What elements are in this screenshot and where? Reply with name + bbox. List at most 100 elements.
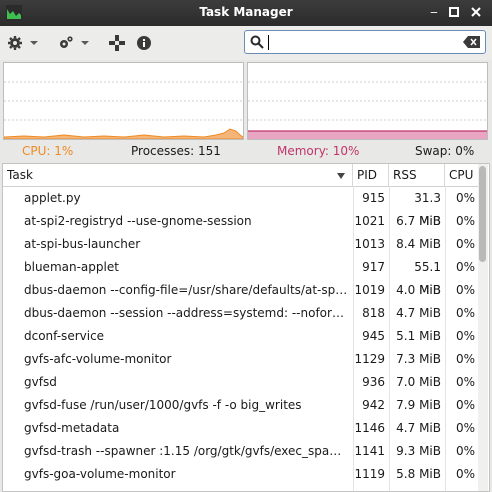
cpu-graph-plot <box>3 81 244 140</box>
task-name: gvfsd-trash --spawner :1.15 /org/gtk/gvf… <box>24 444 349 458</box>
gear-icon <box>8 36 22 50</box>
pid-cell: 1129 <box>354 352 385 366</box>
table-row[interactable]: applet.py 915 31.3 MiB 0% <box>3 187 479 228</box>
rss-cell: 8.4 MiB <box>396 237 441 251</box>
graphs-area <box>0 60 492 140</box>
task-name: gvfs-afc-volume-monitor <box>24 352 172 366</box>
table-row[interactable]: dbus-daemon --session --address=systemd:… <box>3 302 479 325</box>
scrollbar-thumb[interactable] <box>479 166 486 262</box>
task-name: gvfsd <box>24 375 57 389</box>
table-row[interactable]: blueman-applet 917 55.1 MiB 0% <box>3 256 479 297</box>
cpu-cell: 0% <box>455 191 475 205</box>
pid-column-header[interactable]: PID <box>353 164 389 186</box>
cpu-cell: 0% <box>455 329 475 343</box>
task-name: blueman-applet <box>24 260 119 274</box>
task-name: applet.py <box>24 191 81 205</box>
task-name: gvfsd-metadata <box>24 421 120 435</box>
task-name: gvfs-goa-volume-monitor <box>24 467 176 481</box>
cpu-cell: 0% <box>455 283 475 297</box>
table-row[interactable]: at-spi-bus-launcher 1013 8.4 MiB 0% <box>3 233 479 256</box>
window-title: Task Manager <box>199 5 293 19</box>
rss-cell: 5.1 MiB <box>396 329 441 343</box>
cpu-cell: 0% <box>455 444 475 458</box>
search-field[interactable] <box>244 30 486 54</box>
gears-icon <box>60 36 73 48</box>
toolbar <box>0 26 492 61</box>
cpu-cell: 0% <box>455 306 475 320</box>
task-column-label: Task <box>7 168 33 182</box>
about-button[interactable] <box>136 34 152 52</box>
rss-cell: 7.0 MiB <box>396 375 441 389</box>
pid-cell: 1141 <box>354 444 385 458</box>
table-row[interactable]: dbus-daemon --config-file=/usr/share/def… <box>3 279 479 302</box>
minimize-button[interactable]: ‒ <box>426 4 442 20</box>
pid-cell: 1021 <box>354 214 385 228</box>
maximize-button[interactable] <box>446 4 462 20</box>
memory-usage-label: Memory: 10% <box>277 144 360 158</box>
pid-cell: 915 <box>362 191 385 205</box>
task-name: at-spi2-registryd --use-gnome-session <box>24 214 252 228</box>
memory-graph-plot <box>248 81 487 139</box>
cpu-column-label: CPU <box>449 168 474 182</box>
cpu-cell: 0% <box>455 398 475 412</box>
process-rows: applet.py 915 31.3 MiB 0% at-spi2-registryd… <box>3 187 479 486</box>
task-column-header[interactable]: Task <box>3 164 353 186</box>
table-row[interactable]: dconf-service 945 5.1 MiB 0% <box>3 325 479 348</box>
info-icon <box>137 36 151 50</box>
pid-cell: 936 <box>362 375 385 389</box>
maximize-icon <box>449 7 459 17</box>
table-row[interactable]: gvfsd-fuse /run/user/1000/gvfs -f -o big… <box>3 394 479 417</box>
cpu-column-header[interactable]: CPU <box>445 164 479 186</box>
clear-search-icon[interactable] <box>463 36 481 48</box>
title-bar: Task Manager ‒ <box>0 0 492 26</box>
status-summary: CPU: 1% Processes: 151 Memory: 10% Swap:… <box>0 142 492 162</box>
cpu-graph <box>3 62 244 140</box>
pid-cell: 917 <box>362 260 385 274</box>
task-name: dbus-daemon --config-file=/usr/share/def… <box>24 283 349 297</box>
memory-graph <box>247 62 488 140</box>
search-input[interactable] <box>271 33 451 51</box>
pid-cell: 945 <box>362 329 385 343</box>
pid-cell: 818 <box>362 306 385 320</box>
table-row[interactable]: gvfsd-trash --spawner :1.15 /org/gtk/gvf… <box>3 440 479 463</box>
crosshair-icon <box>109 35 125 51</box>
rss-column-header[interactable]: RSS <box>389 164 445 186</box>
rss-cell: 4.7 MiB <box>396 421 441 435</box>
table-row[interactable]: at-spi2-registryd --use-gnome-session 102… <box>3 210 479 233</box>
task-name: dbus-daemon --session --address=systemd:… <box>24 306 349 320</box>
table-row[interactable]: gvfsd 936 7.0 MiB 0% <box>3 371 479 394</box>
chevron-down-icon <box>30 41 38 45</box>
process-menu-button[interactable] <box>58 34 90 52</box>
vertical-scrollbar[interactable] <box>478 164 488 491</box>
process-count-label: Processes: 151 <box>131 144 221 158</box>
pid-cell: 1013 <box>354 237 385 251</box>
process-list[interactable]: Task PID RSS CPU applet.py 915 31.3 MiB 0% … <box>2 163 490 492</box>
cpu-cell: 0% <box>455 260 475 274</box>
sort-descending-icon <box>337 173 345 179</box>
table-row[interactable]: gvfsd-metadata 1146 4.7 MiB 0% <box>3 417 479 440</box>
table-row[interactable]: gvfs-afc-volume-monitor 1129 7.3 MiB 0% <box>3 348 479 371</box>
settings-menu-button[interactable] <box>7 34 39 52</box>
column-headers: Task PID RSS CPU <box>3 164 479 187</box>
pid-cell: 1019 <box>354 283 385 297</box>
pid-column-label: PID <box>357 168 378 182</box>
task-name: dconf-service <box>24 329 105 343</box>
chevron-down-icon <box>81 41 89 45</box>
rss-cell: 6.7 MiB <box>396 214 441 228</box>
rss-cell: 4.0 MiB <box>396 283 441 297</box>
pid-cell: 942 <box>362 398 385 412</box>
cpu-usage-label: CPU: 1% <box>22 144 74 158</box>
rss-cell: 7.3 MiB <box>396 352 441 366</box>
task-name: at-spi-bus-launcher <box>24 237 141 251</box>
close-button[interactable] <box>468 4 484 20</box>
cpu-cell: 0% <box>455 467 475 481</box>
cpu-cell: 0% <box>455 214 475 228</box>
table-row[interactable]: gvfs-goa-volume-monitor 1119 5.8 MiB 0% <box>3 463 479 486</box>
identify-window-button[interactable] <box>108 34 126 52</box>
cpu-cell: 0% <box>455 237 475 251</box>
rss-cell: 7.9 MiB <box>396 398 441 412</box>
cpu-cell: 0% <box>455 421 475 435</box>
search-icon <box>250 35 264 49</box>
text-cursor <box>268 35 269 50</box>
rss-cell: 5.8 MiB <box>396 467 441 481</box>
